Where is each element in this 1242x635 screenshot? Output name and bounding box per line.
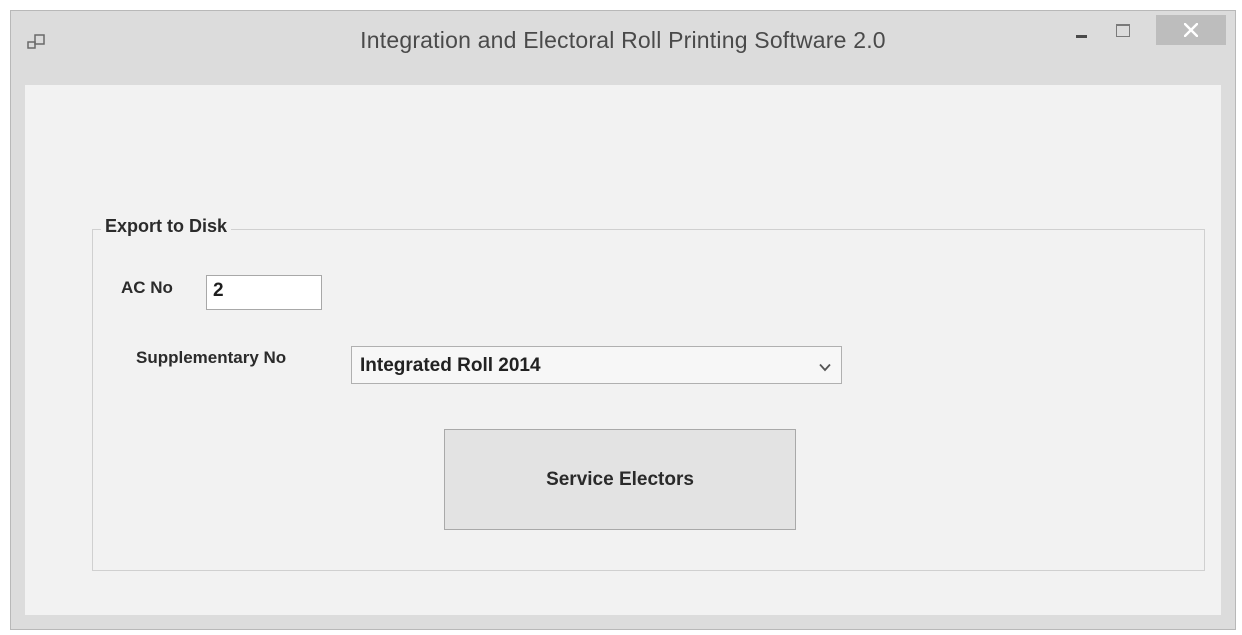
maximize-button[interactable] [1099,17,1147,43]
minimize-button[interactable] [1065,17,1095,43]
group-legend: Export to Disk [101,216,232,237]
ac-no-label: AC No [121,278,173,297]
supplementary-no-selected: Integrated Roll 2014 [360,355,541,376]
ac-no-input[interactable]: 2 [206,275,322,310]
title-bar[interactable]: Integration and Electoral Roll Printing … [11,11,1235,85]
client-area: Export to Disk AC No 2 Supplementary No … [25,85,1221,615]
close-icon [1184,23,1198,37]
window-title: Integration and Electoral Roll Printing … [360,27,886,53]
app-window: Integration and Electoral Roll Printing … [10,10,1236,630]
export-to-disk-group: Export to Disk AC No 2 Supplementary No … [92,216,1205,571]
close-button[interactable] [1156,15,1226,45]
chevron-down-icon [819,359,831,377]
supplementary-no-label: Supplementary No [136,348,287,367]
supplementary-no-select[interactable]: Integrated Roll 2014 [351,346,842,384]
service-electors-button[interactable]: Service Electors [444,429,796,530]
